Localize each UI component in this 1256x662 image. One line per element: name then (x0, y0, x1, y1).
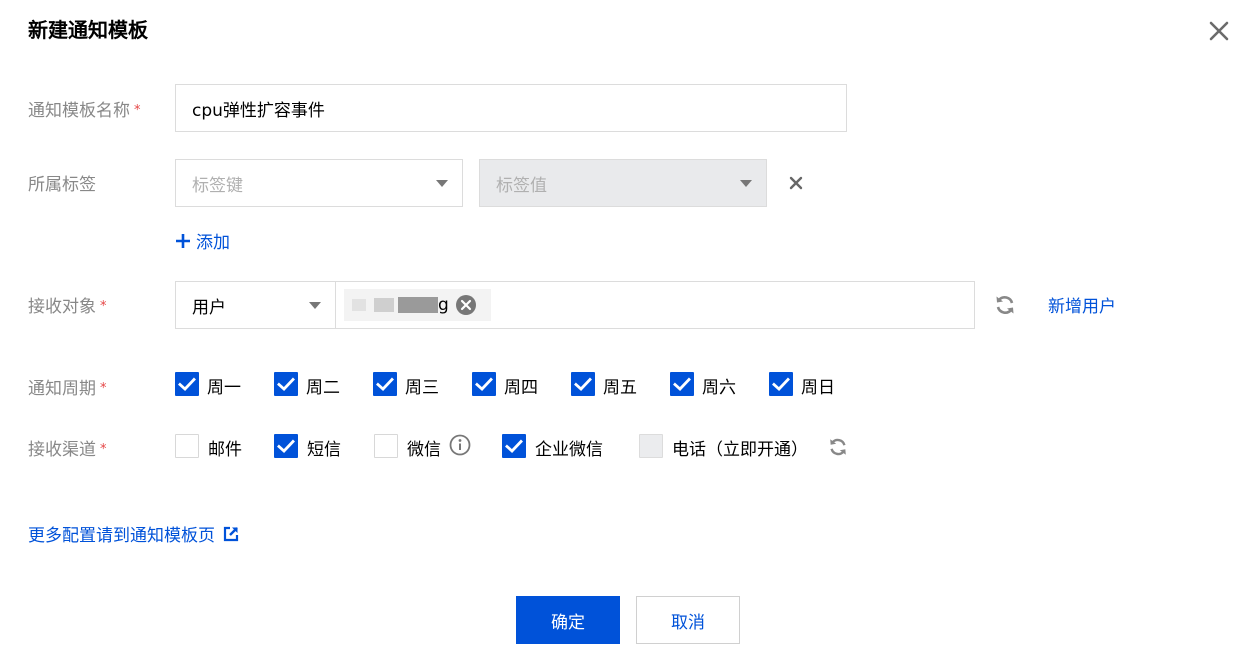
check-icon (772, 377, 790, 391)
check-icon (574, 377, 592, 391)
channel-checkbox-label: 短信 (307, 440, 341, 460)
period-checkbox[interactable] (274, 372, 298, 396)
confirm-button[interactable]: 确定 (516, 596, 620, 644)
period-label-text: 通知周期 (28, 379, 96, 399)
channel-checkbox[interactable] (502, 434, 526, 458)
user-tag-suffix: g (438, 295, 449, 315)
close-icon[interactable] (1206, 18, 1232, 44)
refresh-icon[interactable] (993, 293, 1017, 317)
channel-checkbox (639, 434, 663, 458)
channels-label: 接收渠道 * (28, 435, 107, 460)
check-icon (178, 377, 196, 391)
recipients-label: 接收对象 * (28, 292, 107, 317)
period-checkbox-label: 周四 (504, 378, 538, 398)
period-label: 通知周期 * (28, 374, 107, 399)
channel-checkbox-label: 微信 (407, 440, 441, 460)
period-checkbox-label: 周三 (405, 378, 439, 398)
refresh-icon[interactable] (827, 436, 849, 458)
tag-value-select: 标签值 (479, 159, 767, 207)
period-checkbox[interactable] (571, 372, 595, 396)
template-name-value: cpu弹性扩容事件 (192, 100, 325, 121)
template-name-label: 通知模板名称 * (28, 96, 141, 121)
channel-checkbox-label: 邮件 (208, 440, 242, 460)
plus-icon (176, 233, 190, 248)
period-checkbox-label: 周日 (801, 378, 835, 398)
recipient-type-select[interactable]: 用户 (175, 281, 336, 329)
period-checkbox[interactable] (373, 372, 397, 396)
period-checkbox[interactable] (769, 372, 793, 396)
channel-checkbox[interactable] (374, 434, 398, 458)
more-config-link[interactable]: 更多配置请到通知模板页 (28, 521, 240, 546)
recipient-users-input[interactable]: g (335, 281, 975, 329)
required-mark: * (134, 103, 141, 118)
tag-value-placeholder: 标签值 (496, 175, 547, 196)
check-icon (277, 377, 295, 391)
blurred-username (352, 295, 440, 315)
channels-label-text: 接收渠道 (28, 440, 96, 460)
chevron-down-icon (740, 180, 752, 187)
recipient-type-value: 用户 (192, 297, 226, 318)
channel-checkbox-label: 企业微信 (535, 440, 603, 460)
check-icon (505, 439, 523, 453)
check-icon (673, 377, 691, 391)
dialog-title: 新建通知模板 (28, 18, 148, 42)
check-icon (475, 377, 493, 391)
period-checkbox-label: 周一 (207, 378, 241, 398)
period-checkbox[interactable] (670, 372, 694, 396)
template-name-input[interactable]: cpu弹性扩容事件 (175, 84, 847, 132)
check-icon (277, 439, 295, 453)
period-checkbox-label: 周二 (306, 378, 340, 398)
required-mark: * (100, 442, 107, 457)
period-checkbox[interactable] (472, 372, 496, 396)
tag-key-placeholder: 标签键 (192, 175, 243, 196)
channel-checkbox-label: 电话（立即开通） (672, 440, 808, 460)
remove-tag-icon[interactable] (787, 174, 805, 192)
channel-checkbox[interactable] (274, 434, 298, 458)
period-checkbox-label: 周五 (603, 378, 637, 398)
user-tag: g (344, 289, 491, 321)
more-config-label: 更多配置请到通知模板页 (28, 526, 215, 546)
required-mark: * (100, 381, 107, 396)
template-name-label-text: 通知模板名称 (28, 101, 130, 121)
add-tag-button[interactable]: 添加 (175, 228, 230, 253)
tags-label: 所属标签 (28, 175, 96, 195)
add-tag-label: 添加 (196, 233, 230, 253)
chevron-down-icon (436, 180, 448, 187)
remove-user-icon[interactable] (455, 294, 477, 316)
external-link-icon (223, 526, 239, 541)
period-checkbox[interactable] (175, 372, 199, 396)
add-user-button[interactable]: 新增用户 (1048, 292, 1116, 317)
period-checkbox-label: 周六 (702, 378, 736, 398)
cancel-button[interactable]: 取消 (636, 596, 740, 644)
tag-key-select[interactable]: 标签键 (175, 159, 463, 207)
check-icon (376, 377, 394, 391)
info-icon[interactable] (449, 434, 471, 456)
recipients-label-text: 接收对象 (28, 297, 96, 317)
chevron-down-icon (309, 302, 321, 309)
required-mark: * (100, 299, 107, 314)
channel-checkbox[interactable] (175, 434, 199, 458)
